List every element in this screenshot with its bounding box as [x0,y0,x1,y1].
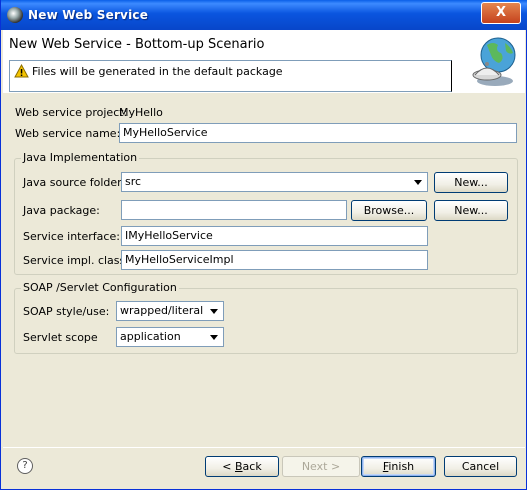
java-package-field[interactable] [121,200,347,220]
service-interface-field[interactable]: IMyHelloService [121,226,428,246]
next-button[interactable]: Next > [282,456,360,477]
web-service-project-label: Web service project: [15,106,128,119]
back-mnemonic: B [235,460,243,473]
new-web-service-dialog: New Web Service X New Web Service - Bott… [0,0,527,490]
chevron-down-icon[interactable] [206,329,222,345]
finish-rest: inish [388,460,415,473]
finish-button[interactable]: Finish [361,456,436,477]
eclipse-icon [7,7,23,23]
help-icon[interactable]: ? [17,458,33,474]
web-service-name-label: Web service name: [15,127,121,140]
service-interface-label: Service interface: [23,230,120,243]
web-service-globe-icon [465,33,521,89]
servlet-scope-combo[interactable]: application [116,327,224,347]
java-package-label: Java package: [23,204,100,217]
title-bar[interactable]: New Web Service X [1,0,527,30]
warning-icon [14,63,29,81]
java-source-folder-value: src [125,175,142,188]
web-service-name-field[interactable]: MyHelloService [119,123,517,143]
message-area: Files will be generated in the default p… [9,60,452,92]
soap-servlet-group: SOAP /Servlet Configuration [14,281,518,354]
message-text: Files will be generated in the default p… [32,65,283,78]
service-impl-class-field[interactable]: MyHelloServiceImpl [121,250,428,270]
chevron-down-icon[interactable] [206,303,222,319]
chevron-down-icon[interactable] [410,174,426,190]
back-prefix: < [222,460,235,473]
back-rest: ack [242,460,262,473]
java-source-folder-combo[interactable]: src [121,172,428,192]
page-title: New Web Service - Bottom-up Scenario [9,37,265,52]
java-source-folder-label: Java source folder: [23,176,126,189]
wizard-banner: New Web Service - Bottom-up Scenario Fil… [3,30,525,93]
package-new-button[interactable]: New... [434,200,508,221]
servlet-scope-value: application [120,330,181,343]
source-folder-new-button[interactable]: New... [434,172,508,193]
back-button[interactable]: < Back [205,456,279,477]
web-service-project-value: MyHello [119,106,163,119]
soap-style-label: SOAP style/use: [23,305,110,318]
cancel-button[interactable]: Cancel [444,456,517,477]
banner-separator [3,92,525,93]
service-impl-class-label: Service impl. class: [23,254,129,267]
close-button[interactable]: X [481,2,521,24]
soap-style-value: wrapped/literal [120,304,204,317]
soap-style-combo[interactable]: wrapped/literal [116,301,224,321]
browse-button[interactable]: Browse... [351,200,427,221]
window-title: New Web Service [28,8,149,22]
servlet-scope-label: Servlet scope [23,331,98,344]
soap-servlet-group-title: SOAP /Servlet Configuration [21,281,179,294]
java-implementation-group-title: Java Implementation [21,151,140,164]
footer-separator [3,447,525,448]
